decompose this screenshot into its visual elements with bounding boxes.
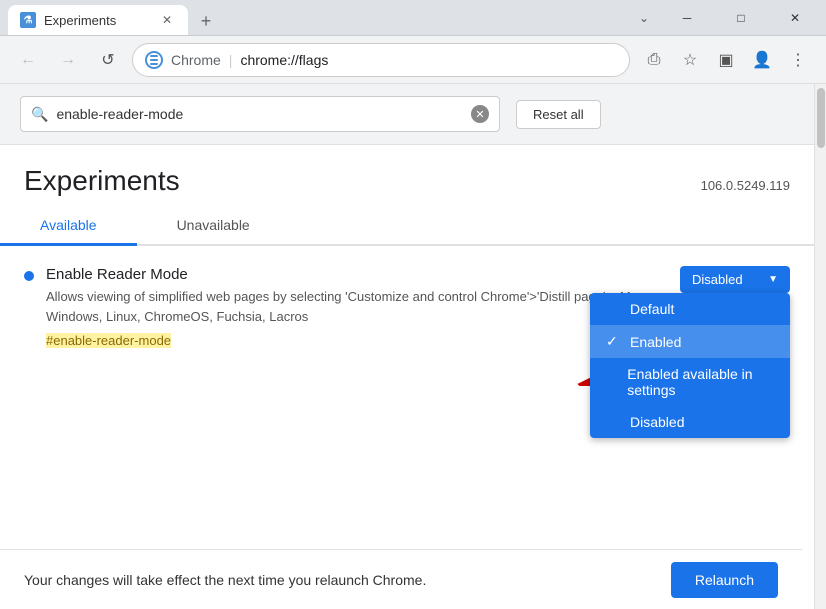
search-input[interactable]: [56, 106, 463, 122]
feature-info: Enable Reader Mode Allows viewing of sim…: [46, 266, 668, 350]
profile-button[interactable]: 👤: [746, 44, 778, 76]
feature-list: Enable Reader Mode Allows viewing of sim…: [0, 246, 814, 386]
feature-dot: [24, 271, 34, 281]
relaunch-button[interactable]: Relaunch: [671, 562, 778, 598]
maximize-button[interactable]: □: [718, 0, 764, 36]
address-bar[interactable]: Chrome | chrome://flags: [132, 43, 630, 77]
bookmark-button[interactable]: ☆: [674, 44, 706, 76]
forward-button[interactable]: →: [52, 44, 84, 76]
reset-all-button[interactable]: Reset all: [516, 100, 601, 129]
tabs-bar: Available Unavailable: [0, 207, 814, 246]
dropdown-menu: Default ✓ Enabled Enabled available in s…: [590, 293, 790, 438]
toolbar-actions: ⎙ ☆ ▣ 👤 ⋮: [638, 44, 814, 76]
dropdown-option-enabled[interactable]: ✓ Enabled: [590, 325, 790, 358]
dropdown-option-label: Disabled: [630, 414, 684, 430]
dropdown-option-enabled-settings[interactable]: Enabled available in settings: [590, 358, 790, 406]
dropdown-option-default[interactable]: Default: [590, 293, 790, 325]
feature-description: Allows viewing of simplified web pages b…: [46, 287, 668, 326]
feature-item: Enable Reader Mode Allows viewing of sim…: [24, 266, 790, 350]
titlebar-controls: ⌄ ─ □ ✕: [632, 0, 818, 36]
menu-button[interactable]: ⋮: [782, 44, 814, 76]
close-button[interactable]: ✕: [772, 0, 818, 36]
minimize-button[interactable]: ─: [664, 0, 710, 36]
dropdown-option-label: Default: [630, 301, 674, 317]
tab-favicon: ⚗: [20, 12, 36, 28]
search-input-wrap[interactable]: 🔍 ✕: [20, 96, 500, 132]
relaunch-message: Your changes will take effect the next t…: [24, 572, 426, 588]
tab-search-icon[interactable]: ⌄: [632, 6, 656, 30]
page-title: Experiments: [24, 165, 180, 197]
dropdown-current-value: Disabled: [692, 272, 743, 287]
tab-close-button[interactable]: ✕: [158, 11, 176, 29]
omnibox-separator: |: [229, 52, 233, 68]
share-button[interactable]: ⎙: [638, 44, 670, 76]
active-tab[interactable]: ⚗ Experiments ✕: [8, 5, 188, 35]
tab-strip: ⚗ Experiments ✕ +: [8, 0, 632, 35]
dropdown-button[interactable]: Disabled ▼: [680, 266, 790, 293]
search-bar-area: 🔍 ✕ Reset all: [0, 84, 814, 145]
search-clear-button[interactable]: ✕: [471, 105, 489, 123]
tab-title: Experiments: [44, 13, 116, 28]
scrollbar[interactable]: [814, 84, 826, 609]
tab-unavailable[interactable]: Unavailable: [137, 207, 290, 246]
check-icon: ✓: [606, 333, 622, 350]
feature-control: Disabled ▼ Default ✓ Enabled: [680, 266, 790, 293]
feature-name: Enable Reader Mode: [46, 266, 668, 283]
dropdown-option-label: Enabled available in settings: [627, 366, 774, 398]
dropdown-wrap: Disabled ▼ Default ✓ Enabled: [680, 266, 790, 293]
search-icon: 🔍: [31, 106, 48, 123]
feature-link[interactable]: #enable-reader-mode: [46, 333, 171, 348]
omnibox-url: chrome://flags: [240, 52, 328, 68]
dropdown-option-label: Enabled: [630, 334, 681, 350]
back-button[interactable]: ←: [12, 44, 44, 76]
browser-toolbar: ← → ↺ Chrome | chrome://flags ⎙ ☆ ▣ 👤 ⋮: [0, 36, 826, 84]
browser-brand: Chrome: [171, 52, 221, 68]
tab-available[interactable]: Available: [0, 207, 137, 246]
content-area: 🔍 ✕ Reset all Experiments 106.0.5249.119…: [0, 84, 826, 609]
extension-button[interactable]: ▣: [710, 44, 742, 76]
refresh-button[interactable]: ↺: [92, 44, 124, 76]
version-text: 106.0.5249.119: [701, 178, 790, 193]
scrollbar-thumb[interactable]: [817, 88, 825, 148]
bottom-bar: Your changes will take effect the next t…: [0, 549, 802, 609]
main-content: 🔍 ✕ Reset all Experiments 106.0.5249.119…: [0, 84, 814, 609]
site-info-icon[interactable]: [145, 51, 163, 69]
titlebar: ⚗ Experiments ✕ + ⌄ ─ □ ✕: [0, 0, 826, 36]
chevron-down-icon: ▼: [768, 274, 778, 285]
new-tab-button[interactable]: +: [192, 7, 220, 35]
experiments-header: Experiments 106.0.5249.119: [0, 145, 814, 207]
dropdown-option-disabled[interactable]: Disabled: [590, 406, 790, 438]
